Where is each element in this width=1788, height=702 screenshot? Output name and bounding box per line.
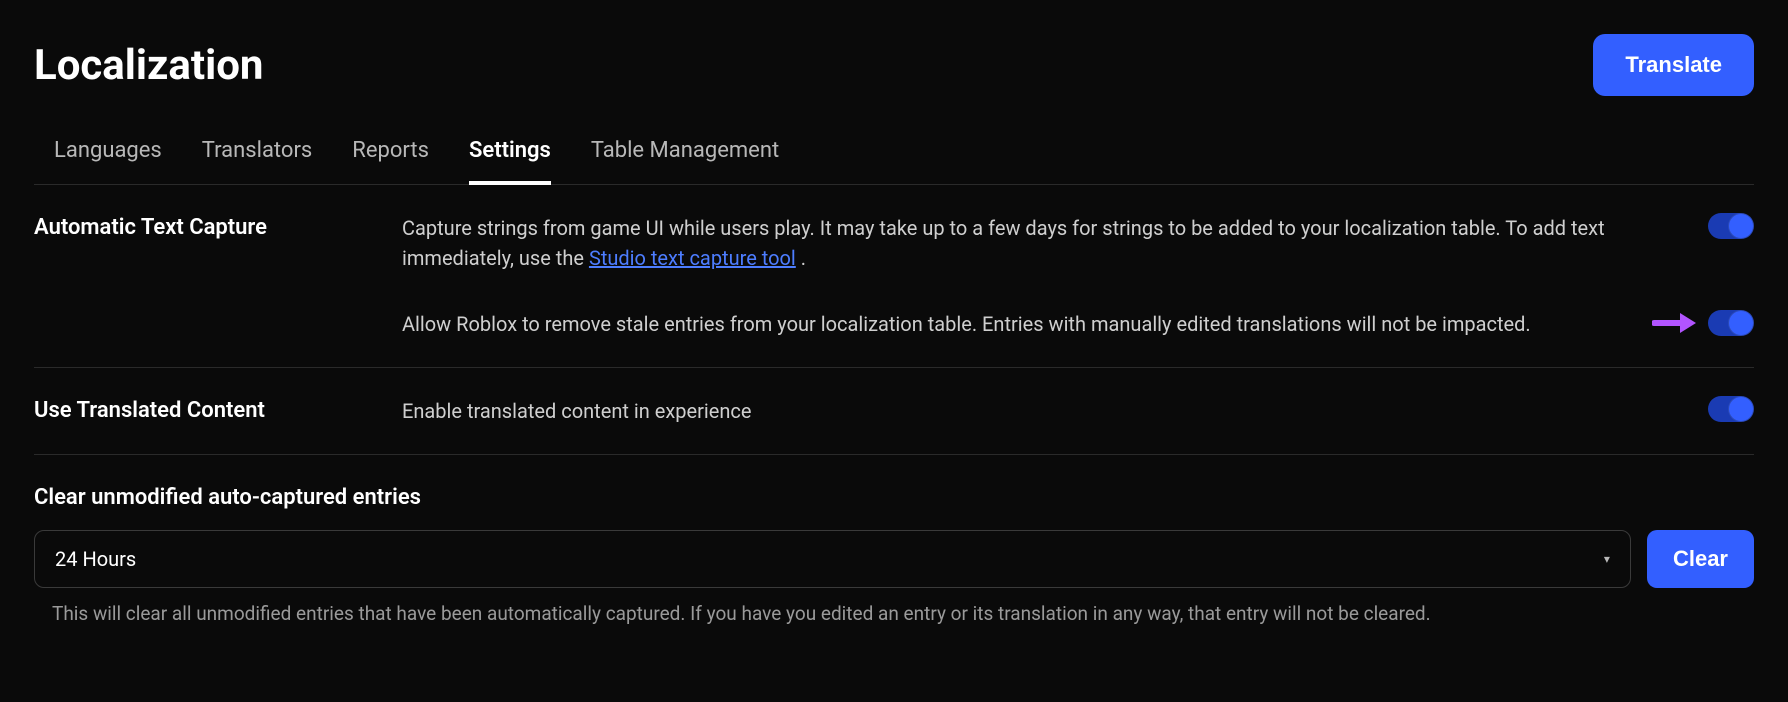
automatic-text-capture-section: Automatic Text Capture Capture strings f…: [34, 185, 1754, 368]
clear-duration-value: 24 Hours: [55, 547, 136, 571]
utc-toggle[interactable]: [1708, 396, 1754, 422]
tab-reports[interactable]: Reports: [352, 124, 429, 185]
utc-label: Use Translated Content: [34, 396, 402, 423]
studio-text-capture-link[interactable]: Studio text capture tool: [589, 246, 796, 270]
atc-toggle-stale[interactable]: [1708, 310, 1754, 336]
toggle-knob: [1729, 311, 1753, 335]
utc-description: Enable translated content in experience: [402, 396, 1688, 426]
arrow-right-icon: [1652, 309, 1696, 337]
atc-label: Automatic Text Capture: [34, 213, 402, 240]
atc-toggle-capture[interactable]: [1708, 213, 1754, 239]
translate-button[interactable]: Translate: [1593, 34, 1754, 96]
toggle-knob: [1729, 214, 1753, 238]
use-translated-content-section: Use Translated Content Enable translated…: [34, 368, 1754, 455]
atc-description-1: Capture strings from game UI while users…: [402, 213, 1688, 273]
tab-translators[interactable]: Translators: [202, 124, 312, 185]
clear-button[interactable]: Clear: [1647, 530, 1754, 588]
toggle-knob: [1729, 397, 1753, 421]
page-title: Localization: [34, 41, 263, 90]
clear-help-text: This will clear all unmodified entries t…: [34, 602, 1754, 625]
chevron-down-icon: ▾: [1604, 552, 1610, 566]
tab-bar: Languages Translators Reports Settings T…: [34, 124, 1754, 185]
clear-entries-section: Clear unmodified auto-captured entries 2…: [34, 455, 1754, 625]
tab-settings[interactable]: Settings: [469, 124, 551, 185]
tab-languages[interactable]: Languages: [54, 124, 162, 185]
clear-duration-select[interactable]: 24 Hours ▾: [34, 530, 1631, 588]
atc-description-2: Allow Roblox to remove stale entries fro…: [402, 309, 1632, 339]
clear-entries-title: Clear unmodified auto-captured entries: [34, 485, 1754, 510]
tab-table-management[interactable]: Table Management: [591, 124, 779, 185]
